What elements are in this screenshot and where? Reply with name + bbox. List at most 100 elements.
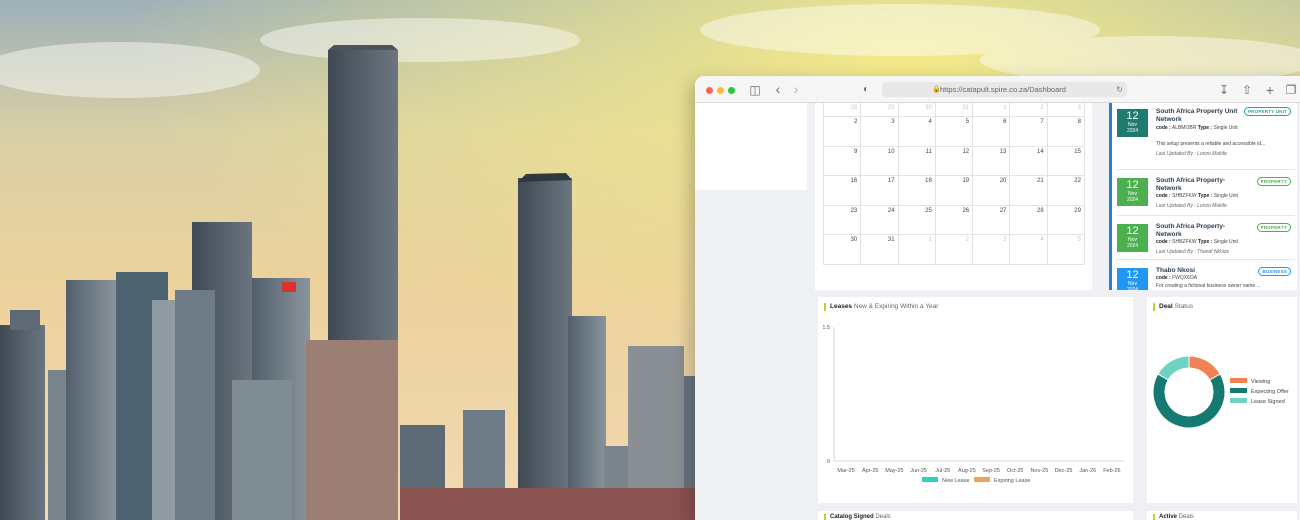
- calendar-day-cell[interactable]: 28: [823, 103, 862, 116]
- activity-title[interactable]: Thabo Nkosi: [1156, 267, 1248, 275]
- maximize-window-button[interactable]: [728, 87, 735, 94]
- calendar-card: 28 29 30 31 1 2 3 2 3 4 5 6 7 8 9 10 11 12 13 14 15 16 17 18 19 2…: [815, 103, 1092, 290]
- date-day: 12: [1126, 269, 1139, 281]
- calendar-day-cell[interactable]: 12: [936, 146, 974, 175]
- x-tick-label: Jul-25: [935, 468, 950, 474]
- calendar-week-row: 23 24 25 26 27 28 29: [823, 205, 1085, 235]
- type-value: Single Unit: [1213, 239, 1238, 245]
- reload-icon[interactable]: ↻: [1116, 82, 1123, 97]
- sidebar-icon[interactable]: ◫: [748, 83, 762, 97]
- calendar-day-cell[interactable]: 2: [936, 235, 974, 264]
- activity-tag: BUSINESS: [1258, 267, 1291, 276]
- address-bar[interactable]: 🔒 https://catapult.spire.co.za/Dashboard…: [882, 82, 1127, 97]
- type-label: Type :: [1197, 125, 1213, 131]
- code-value: SHBZFKW: [1172, 239, 1197, 245]
- activity-list: 12 Nov 2024 South Africa Property Unit Netw…: [1109, 103, 1297, 290]
- calendar-day-cell[interactable]: 18: [899, 176, 936, 205]
- side-panel: [695, 103, 807, 190]
- x-tick-label: Jun-25: [910, 468, 927, 474]
- x-tick-label: Aug-25: [958, 468, 976, 474]
- date-badge: 12 Nov 2024: [1117, 224, 1148, 252]
- plus-icon[interactable]: +: [1263, 83, 1277, 97]
- shield-icon[interactable]: ◐: [859, 83, 873, 97]
- calendar-day-cell[interactable]: 10: [861, 146, 899, 175]
- legend-swatch: [1230, 378, 1247, 383]
- calendar-day-cell[interactable]: 2: [823, 117, 862, 146]
- type-value: Single Unit: [1213, 125, 1238, 131]
- code-label: code :: [1156, 239, 1171, 245]
- calendar-day-cell[interactable]: 24: [861, 205, 899, 234]
- back-icon[interactable]: ‹: [771, 82, 785, 97]
- calendar-day-cell[interactable]: 15: [1048, 146, 1085, 175]
- activity-title[interactable]: South Africa Property Unit Network: [1156, 108, 1248, 124]
- calendar-day-cell[interactable]: 9: [823, 146, 862, 175]
- y-tick-label: 0: [827, 459, 830, 465]
- calendar-day-cell[interactable]: 31: [936, 103, 974, 116]
- calendar-day-cell[interactable]: 31: [861, 235, 899, 264]
- calendar-day-cell[interactable]: 30: [823, 235, 862, 264]
- calendar-day-cell[interactable]: 4: [1010, 235, 1048, 264]
- url-text: https://catapult.spire.co.za/Dashboard: [940, 85, 1066, 94]
- calendar-day-cell[interactable]: 20: [973, 176, 1011, 205]
- leases-chart: 1.5 0 Mar-25 Apr-25 May-25 Jun-25 Jul-25 Aug-25…: [822, 325, 1124, 484]
- x-tick-label: Dec-25: [1055, 468, 1073, 474]
- x-tick-label: Feb-26: [1103, 468, 1120, 474]
- calendar-day-cell[interactable]: 21: [1010, 176, 1048, 205]
- activity-description: For creating a fictional business owner …: [1156, 283, 1261, 289]
- calendar-day-cell[interactable]: 3: [1048, 103, 1085, 116]
- calendar-day-cell[interactable]: 5: [1048, 235, 1085, 264]
- date-day: 12: [1126, 225, 1139, 237]
- activity-timeline-bar: [1109, 103, 1112, 290]
- calendar-day-cell[interactable]: 4: [899, 117, 936, 146]
- calendar-day-cell[interactable]: 23: [823, 205, 862, 234]
- leases-card: Leases New & Expiring Within a Year 1.5 0…: [818, 297, 1133, 503]
- calendar-day-cell[interactable]: 5: [936, 117, 974, 146]
- calendar-day-cell[interactable]: 14: [1010, 146, 1048, 175]
- forward-icon[interactable]: ›: [789, 82, 803, 97]
- calendar-day-cell[interactable]: 2: [1010, 103, 1048, 116]
- activity-title[interactable]: South Africa Property-Network: [1156, 223, 1248, 239]
- type-label: Type :: [1197, 193, 1213, 199]
- x-tick-label: Sep-25: [982, 468, 1000, 474]
- x-tick-label: May-25: [885, 468, 903, 474]
- bottom-card-left-subtitle: Deals: [875, 514, 891, 520]
- calendar-day-cell[interactable]: 29: [1048, 205, 1085, 234]
- calendar-day-cell[interactable]: 7: [1010, 117, 1048, 146]
- calendar-day-cell[interactable]: 22: [1048, 176, 1085, 205]
- download-icon[interactable]: ↧: [1217, 83, 1231, 97]
- calendar-day-cell[interactable]: 3: [973, 235, 1011, 264]
- tabs-icon[interactable]: ❐: [1284, 83, 1298, 97]
- calendar-day-cell[interactable]: 1: [973, 103, 1011, 116]
- calendar-day-cell[interactable]: 3: [861, 117, 899, 146]
- activity-updated-by: Last Updated By : Thandi Nkhize: [1156, 249, 1230, 255]
- calendar-day-cell[interactable]: 19: [936, 176, 974, 205]
- code-value: SHBZFKW: [1172, 193, 1197, 199]
- calendar-week-row: 16 17 18 19 20 21 22: [823, 176, 1085, 206]
- code-label: code :: [1156, 193, 1171, 199]
- minimize-window-button[interactable]: [717, 87, 724, 94]
- share-icon[interactable]: ⇧: [1240, 83, 1254, 97]
- activity-title[interactable]: South Africa Property-Network: [1156, 177, 1248, 193]
- calendar-day-cell[interactable]: 26: [936, 205, 974, 234]
- activity-item[interactable]: 12 Nov 2024 South Africa Property Unit Netw…: [1117, 105, 1295, 165]
- donut-slice-expecting-offer: [1152, 373, 1226, 429]
- calendar-day-cell[interactable]: 29: [861, 103, 899, 116]
- calendar-day-cell[interactable]: 30: [899, 103, 936, 116]
- calendar-day-cell[interactable]: 6: [973, 117, 1011, 146]
- calendar-day-cell[interactable]: 16: [823, 176, 862, 205]
- calendar-day-cell[interactable]: 11: [899, 146, 936, 175]
- calendar-day-cell[interactable]: 25: [899, 205, 936, 234]
- calendar-day-cell[interactable]: 17: [861, 176, 899, 205]
- bottom-card-right-title: Active: [1159, 514, 1178, 520]
- activity-tag: PROPERTY: [1256, 223, 1291, 232]
- x-tick-label: Oct-25: [1007, 468, 1024, 474]
- legend-swatch: [1230, 388, 1247, 393]
- activity-item[interactable]: 12 Nov 2024 Thabo Nkosi BUSINESS code : FWQX6…: [1117, 259, 1295, 290]
- calendar-day-cell[interactable]: 27: [973, 205, 1011, 234]
- calendar-day-cell[interactable]: 28: [1010, 205, 1048, 234]
- calendar-day-cell[interactable]: 13: [973, 146, 1011, 175]
- close-window-button[interactable]: [706, 87, 713, 94]
- calendar-day-cell[interactable]: 1: [899, 235, 936, 264]
- x-tick-label: Jan-26: [1079, 468, 1096, 474]
- calendar-day-cell[interactable]: 8: [1048, 117, 1085, 146]
